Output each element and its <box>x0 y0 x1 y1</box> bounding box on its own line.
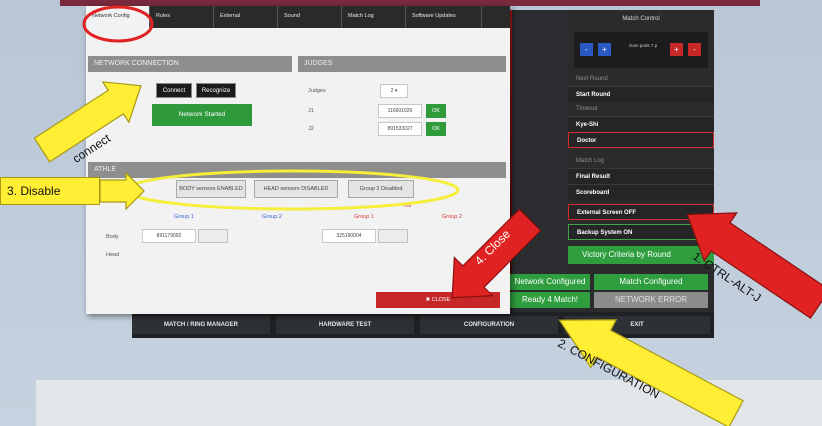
body-blue-id-field[interactable]: 891179092 <box>142 229 196 243</box>
j2-id-field[interactable]: 891533027 <box>378 122 422 136</box>
timeout-header: Timeout <box>576 106 598 112</box>
blue-plus-button[interactable]: + <box>598 43 611 56</box>
hardware-test-button[interactable]: HARDWARE TEST <box>276 316 414 334</box>
network-error-status: NETWORK ERROR <box>594 292 708 308</box>
config-tab-bar: Network Config Rules External Sound Matc… <box>86 6 510 28</box>
backup-system-button[interactable]: Backup System ON <box>568 224 714 240</box>
external-screen-button[interactable]: External Screen OFF <box>568 204 714 220</box>
red-side-label: Red <box>403 203 412 208</box>
red-group2-label: Group 2 <box>442 214 462 220</box>
disable-callout: 3. Disable <box>0 177 100 205</box>
match-log-header: Match Log <box>576 158 605 164</box>
blue-group2-label: Group 2 <box>262 214 282 220</box>
network-configured-status: Network Configured <box>510 274 590 290</box>
match-control-box: - + Gam point 7 p + - <box>574 32 708 68</box>
match-ring-manager-button[interactable]: MATCH / RING MANAGER <box>132 316 270 334</box>
j2-ok-button[interactable]: OK <box>426 122 446 136</box>
final-result-button[interactable]: Final Result <box>568 168 714 184</box>
blue-minus-button[interactable]: - <box>580 43 593 56</box>
tab-match-log[interactable]: Match Log <box>342 6 406 28</box>
group2-disabled-toggle[interactable]: Group 2 Disabled <box>348 180 414 198</box>
body-row-label: Body <box>106 234 119 240</box>
scoreboard-button[interactable]: Scoreboard <box>568 184 714 200</box>
tab-rules[interactable]: Rules <box>150 6 214 28</box>
judges-label: Judges <box>308 88 326 94</box>
match-control-panel: Match Control - + Gam point 7 p + - Next… <box>568 10 714 310</box>
j1-ok-button[interactable]: OK <box>426 104 446 118</box>
bottom-nav-bar: MATCH / RING MANAGER HARDWARE TEST CONFI… <box>132 312 714 338</box>
network-connection-header: NETWORK CONNECTION <box>88 56 292 72</box>
slide-bottom-band <box>36 380 822 426</box>
judges-header: JUDGES <box>298 56 506 72</box>
recognize-button[interactable]: Recognize <box>196 83 236 98</box>
body-blue-group2-field[interactable] <box>198 229 228 243</box>
red-group1-label: Group 1 <box>354 214 374 220</box>
body-red-group2-field[interactable] <box>378 229 408 243</box>
close-label: CLOSE <box>431 297 451 303</box>
chevron-down-icon: ▾ <box>394 88 398 94</box>
body-sensors-toggle[interactable]: BODY sensors ENABLED <box>176 180 246 198</box>
close-button[interactable]: ✖ CLOSE <box>376 292 500 308</box>
network-started-status: Network Started <box>152 104 252 126</box>
start-round-button[interactable]: Start Round <box>568 86 714 102</box>
exit-button[interactable]: EXIT <box>564 316 710 334</box>
blue-group1-label: Group 1 <box>174 214 194 220</box>
next-round-header: Next Round <box>576 76 608 82</box>
tab-software-updates[interactable]: Software Updates <box>406 6 482 28</box>
tab-external[interactable]: External <box>214 6 278 28</box>
head-sensors-toggle[interactable]: HEAD sensors DISABLED <box>254 180 338 198</box>
red-minus-button[interactable]: - <box>688 43 701 56</box>
j2-label: J2 <box>308 126 314 132</box>
body-red-id-field[interactable]: 325190004 <box>322 229 376 243</box>
head-row-label: Head <box>106 252 120 258</box>
red-plus-button[interactable]: + <box>670 43 683 56</box>
ready-status: Ready 4 Match! <box>510 292 590 308</box>
configuration-button[interactable]: CONFIGURATION <box>420 316 558 334</box>
tab-network-config[interactable]: Network Config <box>86 6 150 28</box>
j1-label: J1 <box>308 108 314 114</box>
kye-shi-button[interactable]: Kye-Shi <box>568 116 714 132</box>
tab-sound[interactable]: Sound <box>278 6 342 28</box>
connect-button[interactable]: Connect <box>156 83 192 98</box>
athletes-header: ATHLE <box>88 162 506 178</box>
doctor-button[interactable]: Doctor <box>568 132 714 148</box>
judges-count-select[interactable]: 2 ▾ <box>380 84 408 98</box>
judges-count-value: 2 <box>390 88 394 94</box>
configuration-dialog: Network Config Rules External Sound Matc… <box>86 6 510 314</box>
j1-id-field[interactable]: 116601026 <box>378 104 422 118</box>
game-point-label: Gam point 7 p <box>628 43 658 48</box>
match-control-title: Match Control <box>622 16 660 22</box>
match-configured-status: Match Configured <box>594 274 708 290</box>
